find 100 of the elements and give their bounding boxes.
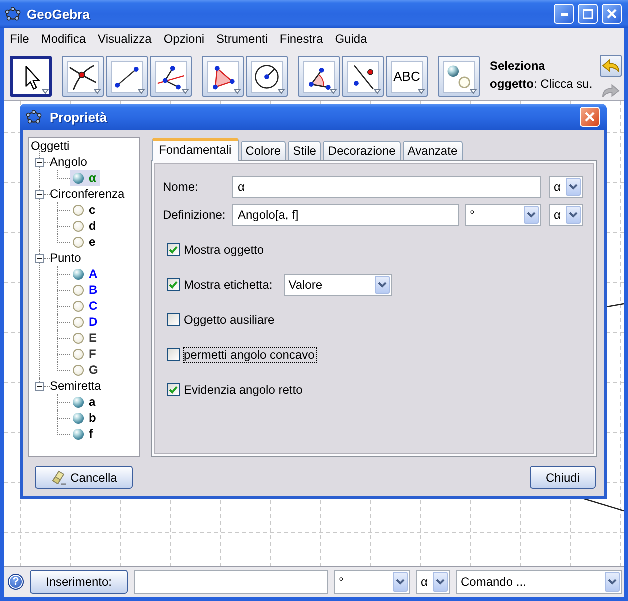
tool-hint: Seleziona oggetto: Clicca su. — [490, 58, 594, 93]
dropdown-triangle-icon — [278, 89, 285, 94]
minimize-button[interactable] — [554, 4, 574, 24]
collapse-icon[interactable] — [35, 158, 44, 166]
tree-item[interactable]: d — [70, 218, 100, 234]
dropdown-triangle-icon — [234, 89, 241, 94]
menu-item[interactable]: File — [4, 30, 36, 48]
tool-button[interactable] — [246, 56, 288, 97]
checkbox[interactable] — [167, 348, 180, 361]
empty-circle-icon[interactable] — [73, 364, 84, 376]
tool-button[interactable] — [106, 56, 148, 97]
checkbox-label[interactable]: Oggetto ausiliare — [183, 312, 277, 328]
window-title: GeoGebra — [27, 6, 91, 22]
text-field[interactable]: α — [232, 176, 541, 198]
tree-item[interactable]: B — [70, 282, 102, 298]
shaded-ball-icon[interactable] — [73, 172, 84, 184]
collapse-icon[interactable] — [35, 254, 44, 262]
menu-item[interactable]: Modifica — [35, 30, 92, 48]
tab[interactable]: Colore — [240, 141, 286, 160]
dropdown[interactable]: Comando ... — [456, 570, 622, 594]
menu-item[interactable]: Guida — [329, 30, 374, 48]
checkbox[interactable] — [167, 243, 180, 256]
menu-item[interactable]: Opzioni — [158, 30, 211, 48]
tab[interactable]: Stile — [288, 141, 322, 160]
tree-item[interactable]: C — [70, 298, 102, 314]
tree-item[interactable]: b — [70, 410, 100, 426]
tree-item[interactable]: c — [70, 202, 100, 218]
undo-button[interactable] — [600, 55, 622, 77]
window-close-button[interactable] — [602, 4, 622, 24]
dialog-close-button[interactable] — [580, 107, 600, 127]
empty-circle-icon[interactable] — [73, 332, 84, 344]
collapse-icon[interactable] — [35, 382, 44, 390]
tool-button[interactable] — [62, 56, 104, 97]
shaded-ball-icon[interactable] — [73, 268, 84, 280]
tool-button[interactable] — [10, 56, 52, 97]
menu-item[interactable]: Strumenti — [210, 30, 274, 48]
checkbox[interactable] — [167, 278, 180, 291]
segment-icon — [111, 60, 143, 92]
tree-item[interactable]: Punto — [50, 251, 82, 265]
empty-circle-icon[interactable] — [73, 284, 84, 296]
tree-item[interactable]: Semiretta — [50, 379, 102, 393]
dropdown[interactable]: Valore — [284, 274, 392, 296]
checkbox-label[interactable]: Mostra oggetto — [183, 242, 266, 258]
tree-root-label[interactable]: Oggetti — [29, 138, 139, 154]
shaded-ball-icon[interactable] — [73, 396, 84, 408]
tree-item[interactable]: F — [70, 346, 100, 362]
dropdown-triangle-icon — [330, 89, 337, 94]
empty-circle-icon[interactable] — [73, 220, 84, 232]
checkbox-label[interactable]: Evidenzia angolo retto — [183, 382, 305, 398]
tree-item[interactable]: e — [70, 234, 100, 250]
tree-item[interactable]: Circonferenza — [50, 187, 125, 201]
input-button[interactable]: Inserimento: — [30, 570, 128, 594]
tree-item[interactable]: a — [70, 394, 100, 410]
dropdown[interactable]: ° — [334, 570, 410, 594]
empty-circle-icon[interactable] — [73, 316, 84, 328]
tree-item[interactable]: α — [70, 170, 100, 186]
tab[interactable]: Fondamentali — [152, 138, 239, 161]
tree-item[interactable]: A — [70, 266, 102, 282]
tool-button[interactable] — [150, 56, 192, 97]
input-field[interactable] — [134, 570, 328, 594]
menu-item[interactable]: Finestra — [274, 30, 330, 48]
dropdown-triangle-icon — [42, 89, 49, 94]
dropdown[interactable]: α — [549, 204, 583, 226]
checkbox[interactable] — [167, 313, 180, 326]
tool-button[interactable] — [202, 56, 244, 97]
checkbox-label[interactable]: Mostra etichetta: — [183, 276, 275, 292]
tree-item[interactable]: D — [70, 314, 102, 330]
empty-circle-icon[interactable] — [73, 300, 84, 312]
tree-item[interactable]: E — [70, 330, 102, 346]
line-and-points-icon — [347, 60, 379, 92]
line-segment — [606, 303, 624, 308]
dropdown[interactable]: ° — [465, 204, 541, 226]
checkmark-icon — [169, 280, 178, 288]
shaded-ball-icon[interactable] — [73, 428, 84, 440]
collapse-icon[interactable] — [35, 190, 44, 198]
dropdown[interactable]: α — [416, 570, 450, 594]
tab[interactable]: Decorazione — [323, 141, 401, 160]
tab[interactable]: Avanzate — [402, 141, 463, 160]
close-button[interactable]: Chiudi — [530, 466, 596, 489]
empty-circle-icon[interactable] — [73, 348, 84, 360]
redo-arrow-icon — [602, 84, 620, 98]
tree-item[interactable]: Angolo — [50, 155, 88, 169]
maximize-button[interactable] — [578, 4, 598, 24]
tool-button[interactable] — [342, 56, 384, 97]
dropdown-triangle-icon — [182, 89, 189, 94]
tree-item[interactable]: f — [70, 426, 97, 442]
close-icon — [585, 112, 595, 122]
text-field[interactable]: Angolo[a, f] — [232, 204, 459, 226]
delete-button[interactable]: Cancella — [35, 466, 133, 489]
tool-button[interactable] — [298, 56, 340, 97]
menu-item[interactable]: Visualizza — [92, 30, 158, 48]
angle-icon — [303, 60, 335, 92]
tree-item[interactable]: G — [70, 362, 102, 378]
shaded-ball-icon[interactable] — [73, 412, 84, 424]
checkbox-label[interactable]: permetti angolo concavo — [183, 346, 317, 362]
empty-circle-icon[interactable] — [73, 204, 84, 216]
tool-button[interactable]: ABC — [386, 56, 428, 97]
empty-circle-icon[interactable] — [73, 236, 84, 248]
checkbox[interactable] — [167, 383, 180, 396]
dropdown[interactable]: α — [549, 176, 583, 198]
